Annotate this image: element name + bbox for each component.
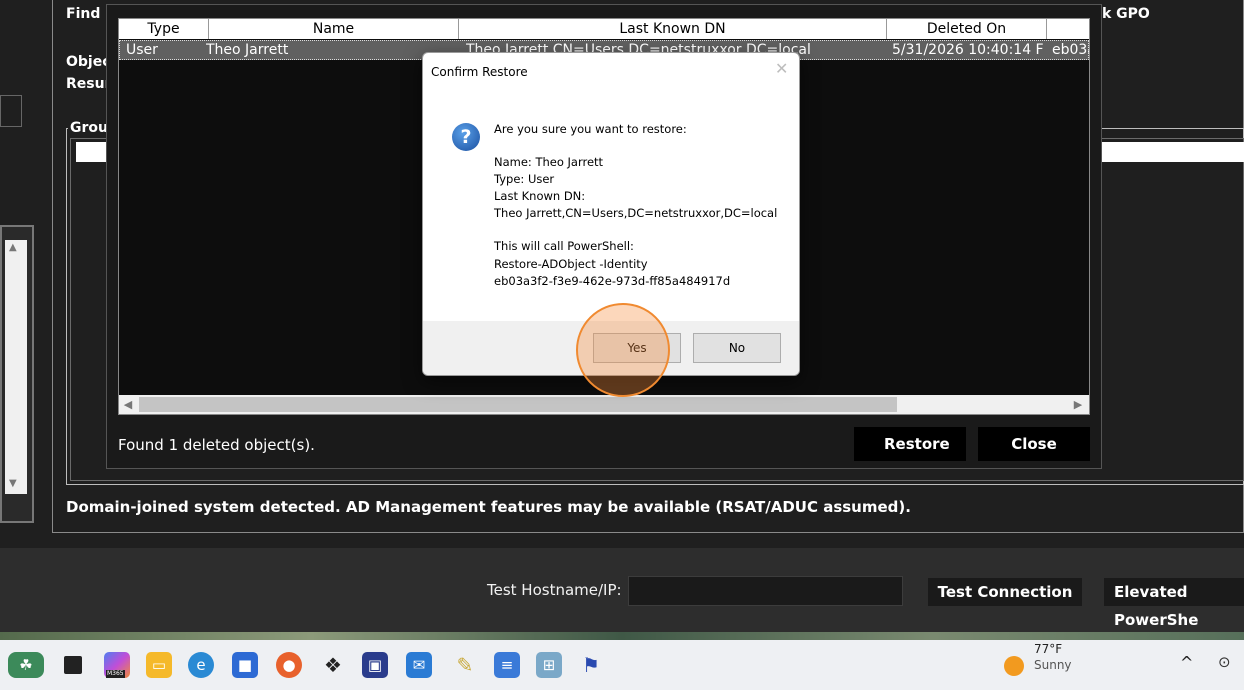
store-icon[interactable]: ■ [232,652,258,678]
notification-icon[interactable]: ⊙ [1218,653,1231,671]
group-label: Grou [68,120,110,136]
confirm-question: Are you sure you want to restore: [494,122,687,136]
grid-header: Type Name Last Known DN Deleted On [119,19,1089,39]
gpo-label: k GPO [1102,6,1150,22]
left-scrollbar[interactable]: ▲ ▼ [5,240,27,494]
scroll-left-icon[interactable]: ◀ [121,397,135,412]
confirm-dn-value: Theo Jarrett,CN=Users,DC=netstruxxor,DC=… [494,206,778,220]
taskbar: ☘ M365 ▭ e ■ ● ❖ ▣ ✉ ✎ ≡ ⊞ ⚑ 77°F Sunny … [0,640,1244,690]
found-count: Found 1 deleted object(s). [118,436,315,454]
firefox-icon[interactable]: ● [276,652,302,678]
notepad-icon[interactable]: ≡ [494,652,520,678]
network-app-icon[interactable]: ⊞ [536,652,562,678]
m365-icon[interactable]: M365 [104,652,130,678]
remote-desktop-icon[interactable]: ⚑ [578,652,604,678]
restore-button[interactable]: Restore [854,427,966,461]
elevated-powershell-button[interactable]: Elevated PowerShe [1104,578,1244,629]
col-type[interactable]: Type [119,19,209,39]
close-button[interactable]: Close [978,427,1090,461]
scroll-down-icon[interactable]: ▼ [9,478,17,489]
group-field-left[interactable] [76,142,106,162]
app-icon[interactable]: ▣ [362,652,388,678]
weather-temp: 77°F [1034,642,1063,656]
edge-icon[interactable]: e [188,652,214,678]
m365-badge: M365 [106,670,125,678]
confirm-name: Name: Theo Jarrett [494,155,604,169]
scroll-right-icon[interactable]: ▶ [1071,397,1085,412]
find-label: Find ( [66,6,112,22]
row-type: User [126,42,158,58]
group-field-right[interactable] [1102,142,1244,162]
domain-status: Domain-joined system detected. AD Manage… [66,498,911,516]
confirm-ps-command: Restore-ADObject -Identity [494,257,648,271]
test-hostname-label: Test Hostname/IP: [487,581,622,599]
horizontal-scrollbar[interactable]: ◀ ▶ [119,395,1089,414]
file-explorer-icon[interactable]: ▭ [146,652,172,678]
row-guid: eb03a [1052,42,1089,58]
click-highlight [576,303,670,397]
object-label: Objec [66,54,111,70]
side-field[interactable] [0,95,22,127]
close-icon[interactable]: ✕ [775,59,788,78]
weather-sun-icon[interactable] [1004,656,1024,676]
result-label: Resur [66,76,112,92]
dialog-title: Confirm Restore [431,65,528,79]
scroll-up-icon[interactable]: ▲ [9,242,17,253]
confirm-ps-identity: eb03a3f2-f3e9-462e-973d-ff85a484917d [494,274,731,288]
col-name[interactable]: Name [209,19,459,39]
confirm-dn-label: Last Known DN: [494,189,586,203]
widgets-icon[interactable]: ☘ [8,652,44,678]
dropbox-icon[interactable]: ❖ [320,652,346,678]
scroll-thumb[interactable] [139,397,897,412]
test-connection-button[interactable]: Test Connection [928,578,1082,606]
row-deleted-on: 5/31/2026 10:40:14 F [892,42,1044,58]
row-name: Theo Jarrett [206,42,289,58]
confirm-ps-label: This will call PowerShell: [494,239,634,253]
task-view-icon[interactable] [64,656,82,674]
pen-icon[interactable]: ✎ [452,652,478,678]
weather-condition: Sunny [1034,658,1072,672]
col-dn[interactable]: Last Known DN [459,19,887,39]
no-button[interactable]: No [693,333,781,363]
col-extra[interactable] [1047,19,1089,39]
question-icon: ? [452,123,480,151]
confirm-type: Type: User [494,172,555,186]
chevron-up-icon[interactable]: ^ [1180,653,1193,672]
outlook-icon[interactable]: ✉ [406,652,432,678]
wallpaper-strip [0,632,1244,640]
test-hostname-input[interactable] [628,576,903,606]
col-deleted-on[interactable]: Deleted On [887,19,1047,39]
